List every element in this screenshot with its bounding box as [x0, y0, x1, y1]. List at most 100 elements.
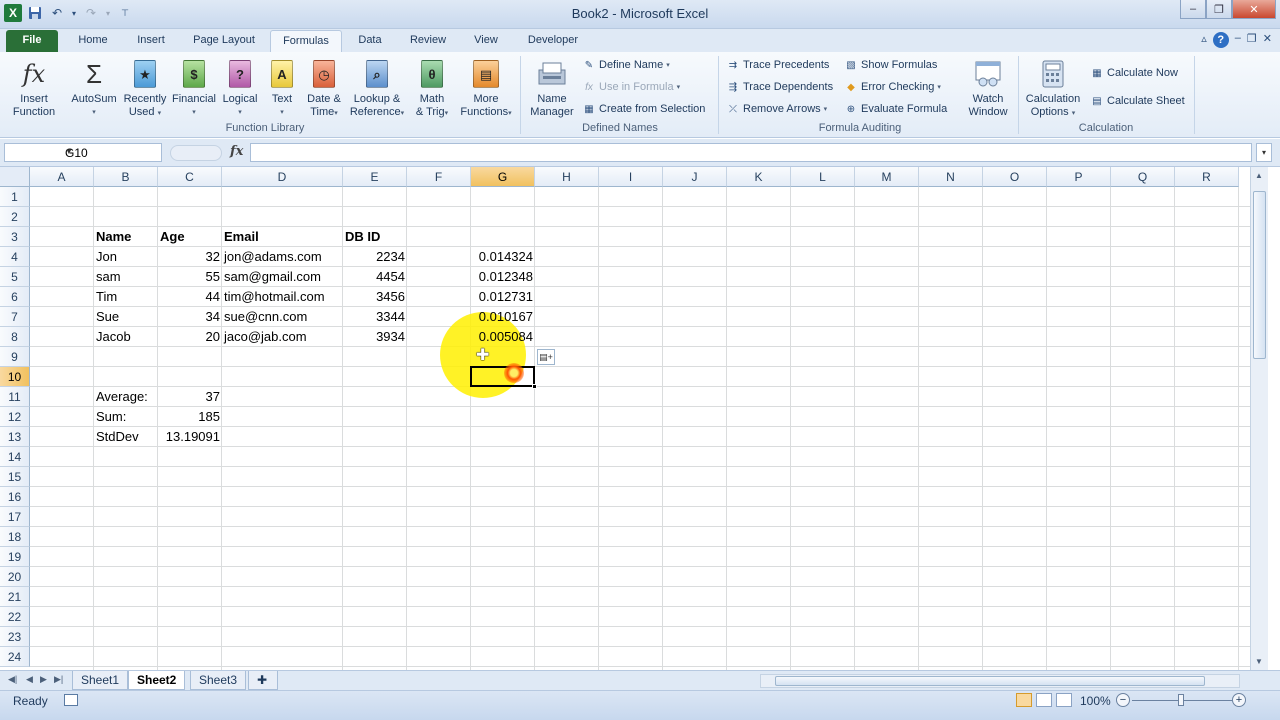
cell-stat-value[interactable]: 37 [158, 387, 222, 407]
cell-name[interactable]: Jacob [94, 327, 158, 347]
tab-insert[interactable]: Insert [126, 30, 176, 52]
column-header[interactable]: B [94, 167, 158, 187]
row-header[interactable]: 3 [0, 227, 30, 247]
show-formulas-button[interactable]: ▧ Show Formulas [844, 58, 937, 72]
row-header[interactable]: 11 [0, 387, 30, 407]
last-sheet-icon[interactable]: ▶| [54, 674, 63, 685]
tab-review[interactable]: Review [402, 30, 454, 52]
date-time-button[interactable]: ◷ Date & Time▾ [302, 58, 346, 120]
vertical-scroll-thumb[interactable] [1253, 191, 1266, 359]
cell-ratio[interactable]: 0.010167 [471, 307, 535, 327]
row-header[interactable]: 1 [0, 187, 30, 207]
math-trig-button[interactable]: θ Math & Trig▾ [410, 58, 454, 120]
vertical-scrollbar[interactable]: ▲ ▼ [1250, 167, 1268, 670]
insert-function-fx-icon[interactable]: fx [230, 144, 243, 159]
prev-sheet-icon[interactable]: ◀ [26, 674, 33, 685]
row-header[interactable]: 15 [0, 467, 30, 487]
cell-header-dbid[interactable]: DB ID [343, 227, 407, 247]
column-header[interactable]: A [30, 167, 94, 187]
row-header[interactable]: 12 [0, 407, 30, 427]
row-header[interactable]: 23 [0, 627, 30, 647]
row-header[interactable]: 7 [0, 307, 30, 327]
row-header[interactable]: 21 [0, 587, 30, 607]
row-header[interactable]: 8 [0, 327, 30, 347]
cell-dbid[interactable]: 3456 [343, 287, 407, 307]
column-header[interactable]: L [791, 167, 855, 187]
cell-ratio[interactable]: 0.012731 [471, 287, 535, 307]
row-header[interactable]: 2 [0, 207, 30, 227]
error-checking-button[interactable]: ◆ Error Checking ▾ [844, 80, 941, 94]
financial-button[interactable]: $ Financial ▾ [170, 58, 218, 119]
create-from-selection-button[interactable]: ▦ Create from Selection [582, 102, 705, 116]
name-box-dropdown-icon[interactable]: ▼ [65, 147, 158, 156]
paste-options-icon[interactable]: ▤+ [537, 349, 555, 365]
autosum-button[interactable]: Σ AutoSum ▾ [68, 58, 120, 119]
column-header[interactable]: P [1047, 167, 1111, 187]
cell-dbid[interactable]: 3934 [343, 327, 407, 347]
cell-age[interactable]: 34 [158, 307, 222, 327]
column-header[interactable]: O [983, 167, 1047, 187]
cell-ratio[interactable]: 0.014324 [471, 247, 535, 267]
cell-name[interactable]: Sue [94, 307, 158, 327]
sheet-tab-sheet2[interactable]: Sheet2 [128, 671, 186, 690]
zoom-in-icon[interactable]: + [1232, 693, 1246, 707]
insert-function-button[interactable]: fx Insert Function [8, 58, 60, 119]
row-header[interactable]: 17 [0, 507, 30, 527]
formula-bar-splitter[interactable] [170, 145, 222, 161]
horizontal-scroll-thumb[interactable] [775, 676, 1205, 686]
cell-age[interactable]: 32 [158, 247, 222, 267]
cell-stat-value[interactable]: 13.19091 [158, 427, 222, 447]
help-icon[interactable]: ? [1212, 32, 1229, 48]
column-header[interactable]: H [535, 167, 599, 187]
workbook-close-icon[interactable]: ✕ [1263, 32, 1272, 48]
use-in-formula-button[interactable]: fx Use in Formula ▾ [582, 80, 680, 94]
cell-email[interactable]: sue@cnn.com [222, 307, 343, 327]
zoom-out-icon[interactable]: − [1116, 693, 1130, 707]
name-box[interactable]: G10 ▼ [4, 143, 162, 162]
page-break-preview-button[interactable] [1056, 693, 1072, 707]
zoom-level[interactable]: 100% [1080, 694, 1111, 708]
cell-header-age[interactable]: Age [158, 227, 222, 247]
column-header[interactable]: E [343, 167, 407, 187]
column-header[interactable]: Q [1111, 167, 1175, 187]
tab-home[interactable]: Home [68, 30, 118, 52]
select-all-corner[interactable] [0, 167, 30, 187]
sheet-tab-sheet1[interactable]: Sheet1 [72, 671, 129, 690]
workbook-minimize-icon[interactable]: – [1235, 32, 1241, 48]
cell-name[interactable]: Jon [94, 247, 158, 267]
zoom-slider-thumb[interactable] [1178, 694, 1184, 706]
evaluate-formula-button[interactable]: ⊕ Evaluate Formula [844, 102, 947, 116]
scroll-down-icon[interactable]: ▼ [1255, 657, 1263, 666]
row-header[interactable]: 20 [0, 567, 30, 587]
row-header[interactable]: 16 [0, 487, 30, 507]
insert-sheet-icon[interactable]: ✚ [248, 671, 278, 690]
name-manager-button[interactable]: Name Manager [526, 58, 578, 119]
cell-ratio[interactable]: 0.012348 [471, 267, 535, 287]
recently-used-button[interactable]: ★ Recently Used ▾ [120, 58, 170, 120]
column-header[interactable]: K [727, 167, 791, 187]
lookup-reference-button[interactable]: ⌕ Lookup & Reference▾ [346, 58, 408, 120]
column-header[interactable]: R [1175, 167, 1239, 187]
column-header[interactable]: F [407, 167, 471, 187]
minimize-button[interactable]: – [1180, 0, 1206, 19]
sheet-tab-sheet3[interactable]: Sheet3 [190, 671, 247, 690]
calculate-now-button[interactable]: ▦ Calculate Now [1090, 66, 1178, 80]
cell-dbid[interactable]: 4454 [343, 267, 407, 287]
tab-data[interactable]: Data [348, 30, 392, 52]
text-button[interactable]: A Text ▾ [262, 58, 302, 119]
formula-input[interactable] [250, 143, 1252, 162]
row-header[interactable]: 22 [0, 607, 30, 627]
row-header[interactable]: 6 [0, 287, 30, 307]
cell-email[interactable]: sam@gmail.com [222, 267, 343, 287]
calculation-options-button[interactable]: Calculation Options ▾ [1022, 58, 1084, 120]
cell-age[interactable]: 44 [158, 287, 222, 307]
column-header[interactable]: D [222, 167, 343, 187]
row-header[interactable]: 9 [0, 347, 30, 367]
expand-formula-bar-icon[interactable]: ▾ [1256, 143, 1272, 162]
cell-age[interactable]: 55 [158, 267, 222, 287]
tab-developer[interactable]: Developer [518, 30, 588, 52]
cell-stat-label[interactable]: Sum: [94, 407, 158, 427]
fill-handle[interactable] [532, 384, 537, 389]
workbook-restore-icon[interactable]: ❐ [1247, 32, 1257, 48]
tab-page-layout[interactable]: Page Layout [184, 30, 264, 52]
